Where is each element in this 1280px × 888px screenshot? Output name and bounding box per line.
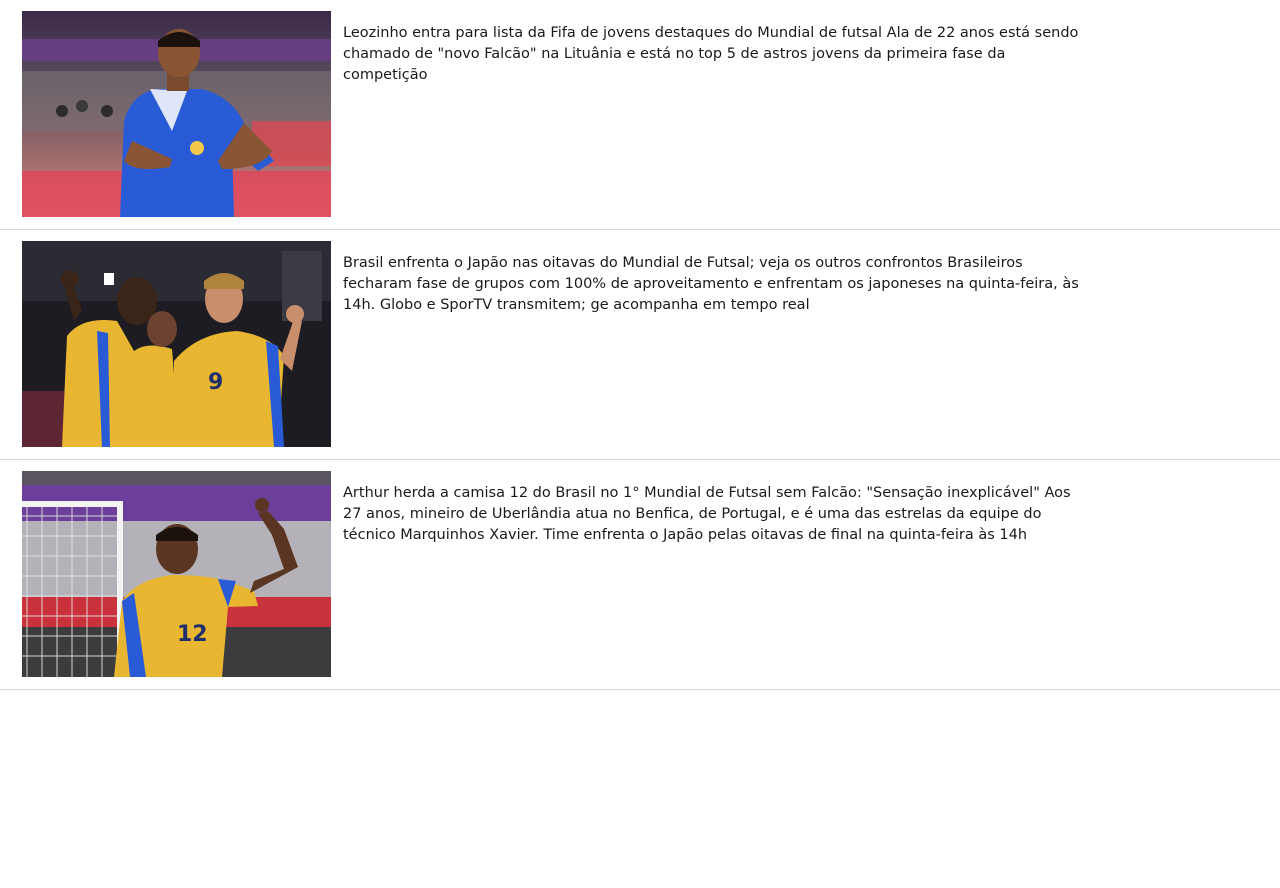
news-feed: Leozinho entra para lista da Fifa de jov… (0, 0, 1280, 690)
photo-player-blue-jersey (22, 11, 331, 217)
feed-item-image[interactable]: 9 (22, 241, 331, 447)
svg-text:9: 9 (208, 370, 223, 395)
svg-text:12: 12 (177, 622, 208, 647)
feed-item-text[interactable]: Leozinho entra para lista da Fifa de jov… (343, 23, 1085, 86)
feed-item[interactable]: Leozinho entra para lista da Fifa de jov… (0, 0, 1280, 230)
feed-item-image[interactable] (22, 11, 331, 217)
photo-team-celebration-yellow-jersey: 9 (22, 241, 331, 447)
feed-item-image[interactable]: 12 (22, 471, 331, 677)
feed-item-text[interactable]: Arthur herda a camisa 12 do Brasil no 1°… (343, 483, 1085, 546)
feed-item[interactable]: 9 Brasil enfrenta o Japão nas oitavas do… (0, 230, 1280, 460)
feed-item-title[interactable]: Brasil enfrenta o Japão nas oitavas do M… (343, 255, 947, 271)
feed-item-text[interactable]: Brasil enfrenta o Japão nas oitavas do M… (343, 253, 1085, 316)
feed-item-title[interactable]: Leozinho entra para lista da Fifa de jov… (343, 25, 887, 41)
photo-player-pointing-up-number-12: 12 (22, 471, 331, 677)
feed-item-title[interactable]: Arthur herda a camisa 12 do Brasil no 1°… (343, 485, 1045, 501)
feed-item[interactable]: 12 Arthur herda a camisa 12 do Brasil no… (0, 460, 1280, 690)
